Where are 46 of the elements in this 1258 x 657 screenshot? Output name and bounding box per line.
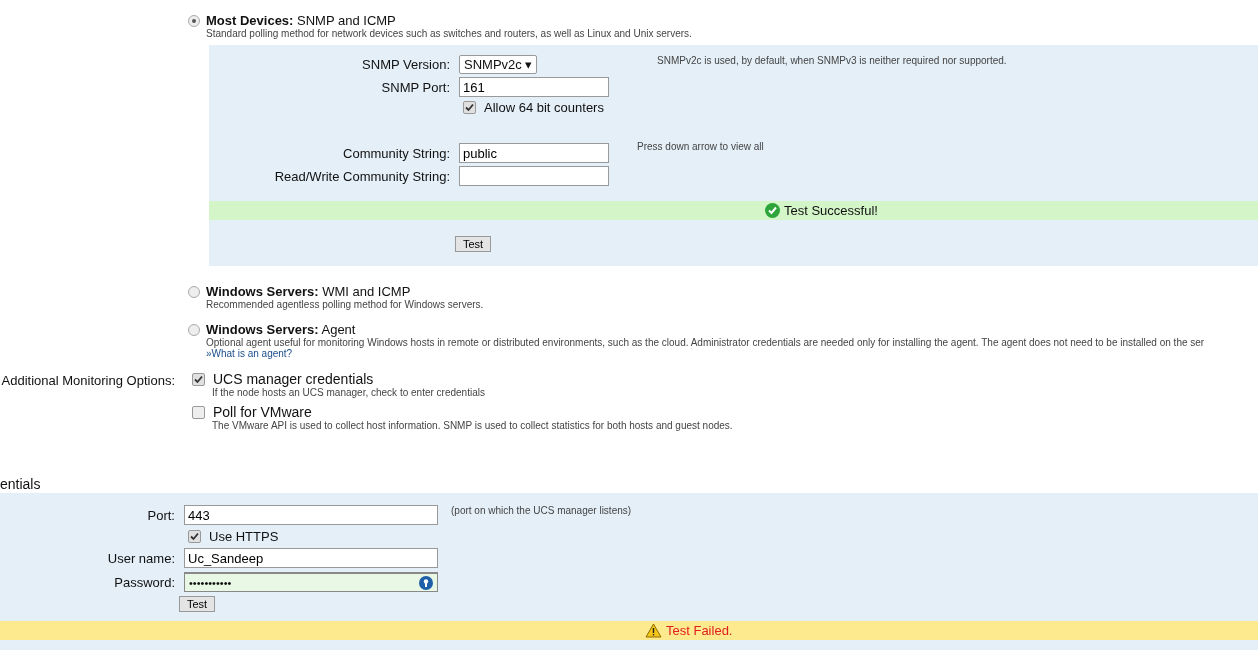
checkbox-label: Use HTTPS [209, 529, 279, 544]
section-label: Additional Monitoring Options: [0, 372, 175, 390]
checkbox[interactable] [192, 405, 205, 419]
status-message: Test Successful! [784, 203, 878, 218]
option-description: If the node hosts an UCS manager, check to enter credentials [211, 387, 486, 398]
checkbox[interactable] [463, 101, 476, 114]
option-title: Windows Servers: WMI and ICMP [206, 284, 412, 299]
radio-button[interactable] [188, 15, 200, 27]
checkbox[interactable] [188, 530, 201, 543]
checkbox-label: Poll for VMware [213, 404, 312, 420]
what-is-agent-link[interactable]: »What is an agent? [206, 348, 1205, 359]
field-label: SNMP Version: [361, 57, 450, 72]
radio-button[interactable] [188, 324, 200, 336]
field-label: SNMP Port: [380, 79, 450, 95]
check-circle-icon [765, 203, 780, 218]
status-message: Test Failed. [666, 623, 733, 638]
section-heading: entials [0, 476, 42, 493]
test-button[interactable]: Test [179, 596, 216, 612]
field-label: Port: [146, 507, 175, 523]
field-label: User name: [106, 550, 175, 566]
checkbox-label: UCS manager credentials [213, 371, 374, 387]
option-title: Windows Servers: Agent [206, 322, 357, 337]
username-input[interactable]: Uc_Sandeep [184, 548, 438, 568]
help-text: SNMPv2c is used, by default, when SNMPv3 is neither required nor supported. [657, 55, 1007, 66]
password-input[interactable]: ••••••••••• [184, 572, 438, 592]
warning-icon [645, 623, 662, 638]
key-icon[interactable] [419, 575, 433, 590]
field-label: Password: [113, 574, 175, 590]
version-dropdown[interactable]: SNMPv2c ▾ [459, 55, 538, 74]
option-description: Recommended agentless polling method for Windows servers. [206, 299, 484, 310]
port-input[interactable]: 161 [459, 77, 609, 97]
help-text: Press down arrow to view all [637, 141, 764, 152]
help-text: (port on which the UCS manager listens) [451, 505, 632, 516]
field-label: Community String: [342, 145, 450, 161]
radio-button[interactable] [188, 286, 200, 298]
checkbox[interactable] [192, 372, 205, 386]
checkbox-label: Allow 64 bit counters [484, 100, 604, 115]
test-button[interactable]: Test [455, 236, 492, 252]
option-description: Standard polling method for network devices such as switches and routers, as well as Linux and Unix servers. [206, 28, 692, 39]
community-input[interactable]: public [459, 143, 609, 163]
option-description: Optional agent useful for monitoring Windows hosts in remote or distributed environments, such as the cloud. Administrator credentials are needed only for installing the agent. The agent does not need to be installed on the ser [206, 337, 1205, 348]
field-label: Read/Write Community String: [273, 168, 450, 184]
port-input[interactable]: 443 [184, 505, 438, 525]
option-title: Most Devices: SNMP and ICMP [206, 13, 397, 28]
rw-community-input[interactable] [459, 166, 609, 186]
option-description: The VMware API is used to collect host information. SNMP is used to collect statistics for both hosts and guest nodes. [211, 420, 733, 431]
